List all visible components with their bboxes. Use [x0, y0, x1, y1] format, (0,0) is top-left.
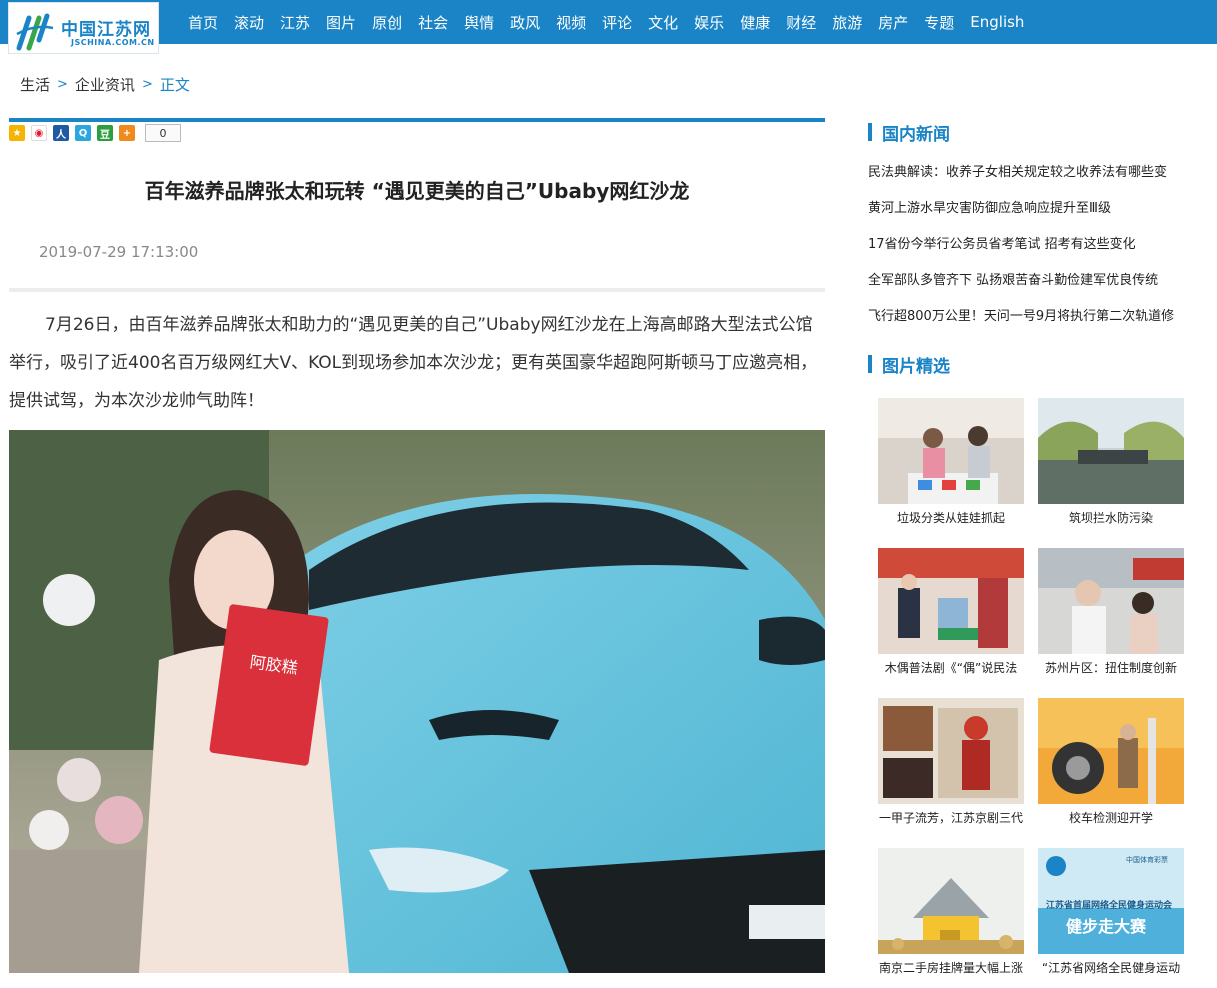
pic-thumbnail[interactable] [1038, 398, 1184, 504]
pic-thumbnail[interactable] [878, 398, 1024, 504]
news-item[interactable]: 17省份今举行公务员省考笔试 招考有这些变化 [868, 236, 1204, 272]
share-toolbar: ★ ◉ 人 Q 豆 + 0 [9, 124, 181, 142]
nav-item-english[interactable]: English [970, 13, 1024, 31]
nav-item-home[interactable]: 首页 [188, 12, 218, 33]
pic-caption[interactable]: 校车检测迎开学 [1038, 809, 1184, 826]
pic-card[interactable]: 筑坝拦水防污染 [1038, 398, 1184, 526]
fitness-poster-graphic: 中国体育彩票江苏省首届网络全民健身运动会健步走大赛 [1038, 848, 1184, 954]
pic-caption[interactable]: “江苏省网络全民健身运动 [1038, 959, 1184, 976]
nav-item-scroll[interactable]: 滚动 [234, 12, 264, 33]
nav-item-culture[interactable]: 文化 [648, 12, 678, 33]
article-divider [9, 288, 825, 292]
nav-item-public-opinion[interactable]: 舆情 [464, 12, 494, 33]
pic-caption[interactable]: 筑坝拦水防污染 [1038, 509, 1184, 526]
featured-pics-title: 图片精选 [882, 356, 950, 377]
article-photo-illustration: 阿胶糕 [9, 430, 825, 973]
breadcrumb-current: 正文 [159, 76, 190, 94]
pic-card[interactable]: 中国体育彩票江苏省首届网络全民健身运动会健步走大赛 “江苏省网络全民健身运动 [1038, 848, 1184, 976]
article-top-rule [9, 118, 825, 122]
breadcrumb-separator: > [57, 77, 68, 92]
pic-caption[interactable]: 苏州片区：扭住制度创新 [1038, 659, 1184, 676]
news-item[interactable]: 黄河上游水旱灾害防御应急响应提升至Ⅲ级 [868, 200, 1204, 236]
logo-text-cn: 中国江苏网 [61, 20, 151, 40]
sidebar: 国内新闻 民法典解读：收养子女相关规定较之收养法有哪些变 黄河上游水旱灾害防御应… [868, 118, 1208, 988]
logo-text-en: JSCHINA.COM.CN [71, 38, 155, 47]
nav-item-topics[interactable]: 专题 [924, 12, 954, 33]
domestic-news-list: 民法典解读：收养子女相关规定较之收养法有哪些变 黄河上游水旱灾害防御应急响应提升… [868, 164, 1208, 344]
pic-card[interactable]: 南京二手房挂牌量大幅上涨 [878, 848, 1024, 976]
nav-item-jiangsu[interactable]: 江苏 [280, 12, 310, 33]
article-date: 2019-07-29 17:13:00 [39, 243, 199, 261]
pic-card[interactable]: 木偶普法剧《“偶”说民法 [878, 548, 1024, 676]
domestic-news-title: 国内新闻 [882, 124, 950, 145]
news-item[interactable]: 全军部队多管齐下 弘扬艰苦奋斗勤俭建军优良传统 [868, 272, 1204, 308]
renren-icon[interactable]: 人 [53, 125, 69, 141]
share-count: 0 [145, 124, 181, 142]
nav-item-original[interactable]: 原创 [372, 12, 402, 33]
pic-caption[interactable]: 垃圾分类从娃娃抓起 [878, 509, 1024, 526]
pic-caption[interactable]: 一甲子流芳，江苏京剧三代 [878, 809, 1024, 826]
section-marker [868, 123, 872, 141]
nav-item-society[interactable]: 社会 [418, 12, 448, 33]
pic-card[interactable]: 垃圾分类从娃娃抓起 [878, 398, 1024, 526]
pic-thumbnail[interactable] [878, 548, 1024, 654]
breadcrumb-section[interactable]: 企业资讯 [75, 74, 135, 95]
pic-thumbnail[interactable] [878, 698, 1024, 804]
logo-mark-icon [16, 13, 54, 51]
nav-item-travel[interactable]: 旅游 [832, 12, 862, 33]
pic-card[interactable]: 苏州片区：扭住制度创新 [1038, 548, 1184, 676]
weibo-icon[interactable]: ◉ [31, 125, 47, 141]
nav-item-pictures[interactable]: 图片 [326, 12, 356, 33]
featured-pics-grid: 垃圾分类从娃娃抓起 筑坝拦水防污染 木偶普法剧《“偶”说民法 苏州片区：扭住制度… [868, 388, 1208, 988]
article-container: ★ ◉ 人 Q 豆 + 0 百年滋养品牌张太和玩转 “遇见更美的自己”Ubaby… [9, 118, 825, 973]
article-photo: 阿胶糕 [9, 430, 825, 973]
domestic-news-header: 国内新闻 [868, 118, 1208, 146]
nav-item-entertainment[interactable]: 娱乐 [694, 12, 724, 33]
pic-thumbnail[interactable] [1038, 698, 1184, 804]
pic-card[interactable]: 一甲子流芳，江苏京剧三代 [878, 698, 1024, 826]
pic-thumbnail[interactable] [1038, 548, 1184, 654]
nav-item-finance[interactable]: 财经 [786, 12, 816, 33]
nav-item-politics[interactable]: 政风 [510, 12, 540, 33]
pic-thumbnail[interactable] [878, 848, 1024, 954]
top-nav-bar: 首页 滚动 江苏 图片 原创 社会 舆情 政风 视频 评论 文化 娱乐 健康 财… [0, 0, 1217, 44]
site-logo[interactable]: 中国江苏网 JSCHINA.COM.CN [8, 2, 159, 54]
more-share-plus-icon[interactable]: + [119, 125, 135, 141]
pic-caption[interactable]: 木偶普法剧《“偶”说民法 [878, 659, 1024, 676]
news-item[interactable]: 民法典解读：收养子女相关规定较之收养法有哪些变 [868, 164, 1204, 200]
breadcrumb: 生活 > 企业资讯 > 正文 [20, 74, 190, 95]
nav-item-health[interactable]: 健康 [740, 12, 770, 33]
featured-pics-header: 图片精选 [868, 350, 1208, 378]
section-marker [868, 355, 872, 373]
breadcrumb-separator: > [141, 77, 153, 92]
poster-line1-text: 江苏省首届网络全民健身运动会 [1046, 899, 1173, 911]
article-paragraph: 7月26日，由百年滋养品牌张太和助力的“遇见更美的自己”Ubaby网红沙龙在上海… [9, 315, 818, 411]
poster-lottery-text: 中国体育彩票 [1126, 855, 1168, 864]
nav-item-video[interactable]: 视频 [556, 12, 586, 33]
article-title: 百年滋养品牌张太和玩转 “遇见更美的自己”Ubaby网红沙龙 [144, 179, 690, 203]
nav-item-housing[interactable]: 房产 [878, 12, 908, 33]
breadcrumb-home[interactable]: 生活 [20, 74, 50, 95]
main-nav: 首页 滚动 江苏 图片 原创 社会 舆情 政风 视频 评论 文化 娱乐 健康 财… [180, 0, 1032, 44]
news-item[interactable]: 飞行超800万公里！天问一号9月将执行第二次轨道修 [868, 308, 1204, 344]
poster-line2-text: 健步走大赛 [1066, 917, 1147, 936]
qzone-icon[interactable]: Q [75, 125, 91, 141]
favorite-star-icon[interactable]: ★ [9, 125, 25, 141]
pic-thumbnail[interactable]: 中国体育彩票江苏省首届网络全民健身运动会健步走大赛 [1038, 848, 1184, 954]
pic-caption[interactable]: 南京二手房挂牌量大幅上涨 [878, 959, 1024, 976]
douban-icon[interactable]: 豆 [97, 125, 113, 141]
pic-card[interactable]: 校车检测迎开学 [1038, 698, 1184, 826]
nav-item-comment[interactable]: 评论 [602, 12, 632, 33]
